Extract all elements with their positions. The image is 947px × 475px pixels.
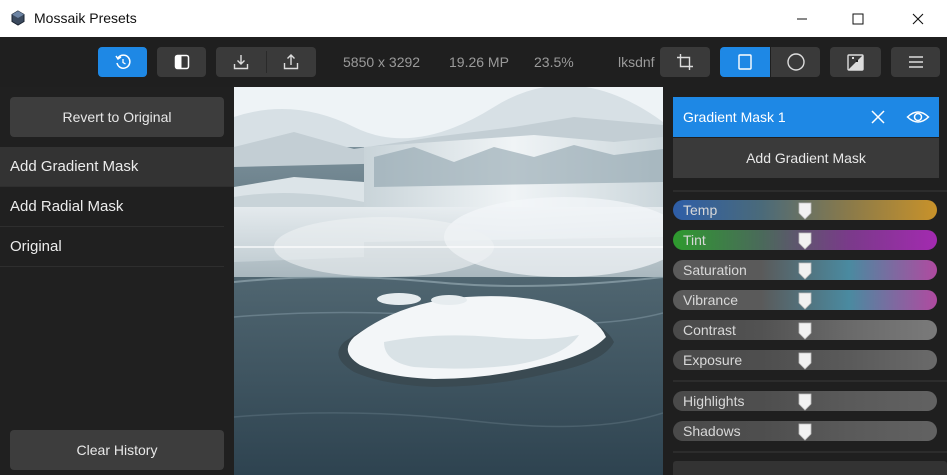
vibrance-slider[interactable]: Vibrance [673, 290, 937, 310]
mask-title: Gradient Mask 1 [683, 109, 786, 125]
minimize-icon [797, 18, 807, 19]
history-panel: Revert to Original Add Gradient Mask Add… [0, 87, 234, 475]
minimize-button[interactable] [773, 0, 831, 37]
divider [673, 380, 947, 382]
close-icon [912, 13, 924, 24]
tint-slider[interactable]: Tint [673, 230, 937, 250]
add-gradient-mask-button[interactable]: Add Gradient Mask [673, 138, 939, 178]
compare-button[interactable] [157, 47, 206, 77]
brush-mask-icon [847, 53, 864, 71]
contrast-label: Contrast [683, 322, 736, 338]
exposure-slider-thumb[interactable] [798, 352, 812, 370]
toolbar: 5850 x 3292 19.26 MP 23.5% lksdnf [0, 37, 947, 87]
radial-mask-icon [786, 53, 805, 71]
highlights-slider[interactable]: Highlights [673, 391, 937, 411]
tint-label: Tint [683, 232, 706, 248]
saturation-label: Saturation [683, 262, 747, 278]
zoom-level: 23.5% [534, 54, 574, 70]
share-button[interactable] [266, 47, 316, 77]
crop-icon [677, 54, 693, 70]
shadows-slider[interactable]: Shadows [673, 421, 937, 441]
history-item-add-radial-mask[interactable]: Add Radial Mask [0, 187, 224, 227]
exposure-slider[interactable]: Exposure [673, 350, 937, 370]
compare-split-icon [174, 54, 189, 70]
brush-mask-tool-button[interactable] [830, 47, 881, 77]
close-window-button[interactable] [889, 0, 947, 37]
gradient-mask-icon [738, 54, 752, 70]
mask-header[interactable]: Gradient Mask 1 [673, 97, 939, 137]
share-icon [283, 54, 299, 70]
download-button[interactable] [216, 47, 266, 77]
image-megapixels: 19.26 MP [449, 54, 509, 70]
mask-panel: Gradient Mask 1 Add Gradient Mask Temp Ti… [663, 87, 947, 475]
radial-mask-tool-button[interactable] [771, 47, 820, 77]
menu-button[interactable] [891, 47, 940, 77]
image-dimensions: 5850 x 3292 [343, 54, 421, 70]
temp-slider[interactable]: Temp [673, 200, 937, 220]
history-icon [114, 54, 131, 69]
panel-footer [673, 461, 947, 475]
clear-history-button[interactable]: Clear History [10, 430, 224, 470]
window-title: Mossaik Presets [34, 10, 137, 26]
maximize-icon [852, 13, 864, 24]
menu-icon [908, 56, 923, 68]
tint-slider-thumb[interactable] [798, 232, 812, 250]
close-icon[interactable] [869, 108, 887, 126]
preset-name: lksdnf [618, 54, 655, 70]
photo-canvas[interactable] [234, 87, 663, 475]
history-item-add-gradient-mask[interactable]: Add Gradient Mask [0, 147, 234, 187]
highlights-slider-thumb[interactable] [798, 393, 812, 411]
history-item-original[interactable]: Original [0, 227, 224, 267]
crop-button[interactable] [660, 47, 710, 77]
photo-image [234, 87, 663, 475]
download-icon [233, 55, 249, 70]
saturation-slider-thumb[interactable] [798, 262, 812, 280]
exposure-label: Exposure [683, 352, 743, 368]
eye-icon[interactable] [906, 107, 930, 127]
saturation-slider[interactable]: Saturation [673, 260, 937, 280]
maximize-button[interactable] [829, 0, 887, 37]
history-button[interactable] [98, 47, 147, 77]
vibrance-label: Vibrance [683, 292, 739, 308]
vibrance-slider-thumb[interactable] [798, 292, 812, 310]
highlights-label: Highlights [683, 393, 745, 409]
title-bar: Mossaik Presets [0, 0, 947, 37]
revert-to-original-button[interactable]: Revert to Original [10, 97, 224, 137]
divider [673, 190, 947, 192]
export-button-group [216, 47, 316, 77]
contrast-slider-thumb[interactable] [798, 322, 812, 340]
temp-slider-thumb[interactable] [798, 202, 812, 220]
temp-label: Temp [683, 202, 718, 218]
gradient-mask-tool-button[interactable] [720, 47, 770, 77]
app-logo-icon [11, 10, 25, 26]
shadows-slider-thumb[interactable] [798, 423, 812, 441]
divider [673, 451, 947, 453]
contrast-slider[interactable]: Contrast [673, 320, 937, 340]
shadows-label: Shadows [683, 423, 741, 439]
